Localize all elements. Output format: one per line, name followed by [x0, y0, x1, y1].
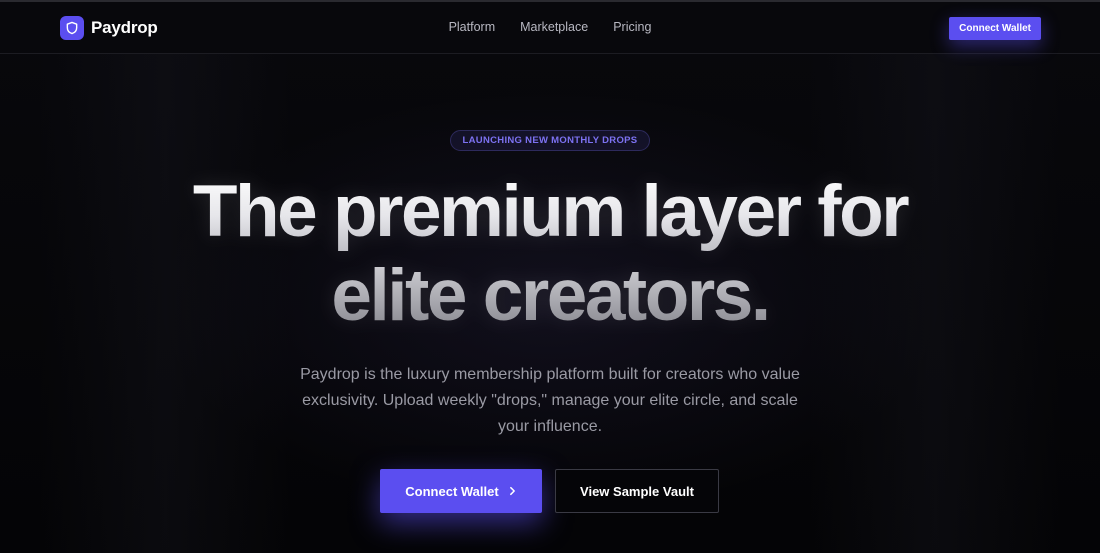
top-nav: Paydrop Platform Marketplace Pricing Con…	[0, 4, 1100, 54]
nav-link-platform[interactable]: Platform	[449, 20, 496, 34]
connect-wallet-label: Connect Wallet	[405, 483, 499, 499]
connect-wallet-button[interactable]: Connect Wallet	[380, 469, 542, 513]
headline-line-1: The premium layer for	[0, 170, 1100, 254]
chevron-right-icon	[508, 484, 517, 499]
announcement-badge: LAUNCHING NEW MONTHLY DROPS	[450, 130, 650, 151]
page: Paydrop Platform Marketplace Pricing Con…	[0, 0, 1100, 553]
view-sample-vault-button[interactable]: View Sample Vault	[555, 469, 719, 513]
nav-link-marketplace[interactable]: Marketplace	[520, 20, 588, 34]
hero-headline: The premium layer for elite creators.	[0, 170, 1100, 338]
headline-line-2: elite creators.	[0, 254, 1100, 338]
hero-subtitle: Paydrop is the luxury membership platfor…	[300, 366, 800, 435]
shield-icon	[60, 16, 84, 40]
nav-links: Platform Marketplace Pricing	[0, 20, 1100, 34]
brand-name: Paydrop	[91, 18, 158, 37]
brand[interactable]: Paydrop	[60, 16, 158, 40]
nav-link-pricing[interactable]: Pricing	[613, 20, 651, 34]
nav-connect-wallet-button[interactable]: Connect Wallet	[949, 17, 1041, 40]
